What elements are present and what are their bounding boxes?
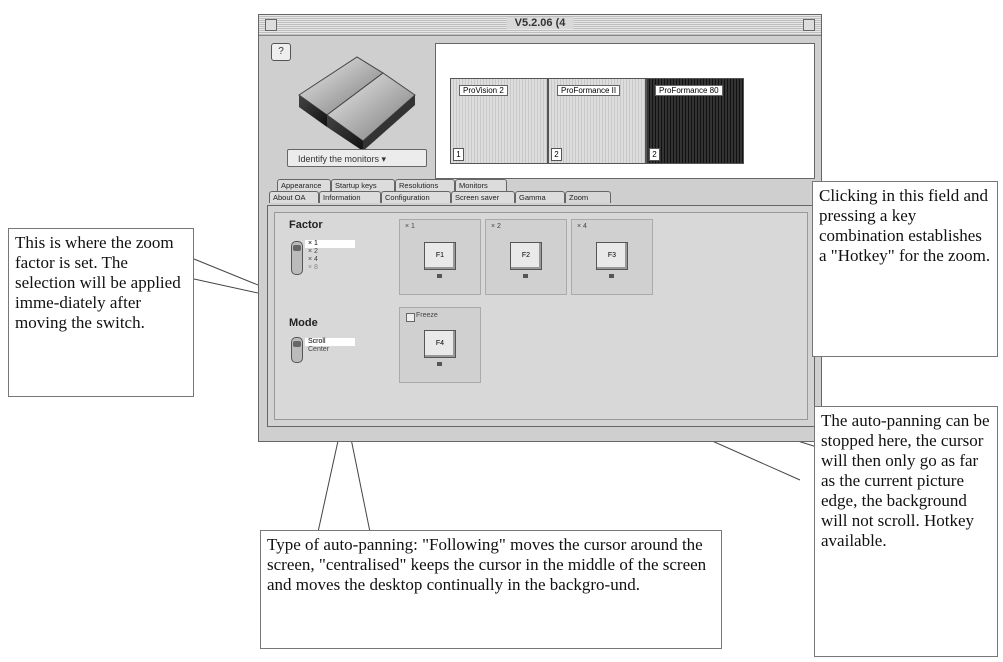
settings-tabs: Appearance Startup keys Resolutions Moni… (267, 177, 815, 427)
logo-icon (298, 56, 416, 151)
mode-switch[interactable] (291, 337, 303, 363)
hotkey-key[interactable]: F3 (596, 242, 628, 270)
tab-gamma[interactable]: Gamma (515, 191, 565, 203)
factor-switch[interactable] (291, 241, 303, 275)
title-bar[interactable]: V5.2.06 (4 (259, 15, 821, 36)
monitor-number: 2 (551, 148, 562, 161)
key-indicator-icon (437, 362, 442, 366)
mode-options: Scroll Center (305, 338, 355, 354)
monitor-label: ProFormance II (557, 85, 621, 96)
tab-resolutions[interactable]: Resolutions (395, 179, 455, 191)
tab-monitors[interactable]: Monitors (455, 179, 507, 191)
tab-screen-saver[interactable]: Screen saver (451, 191, 515, 203)
key-indicator-icon (523, 274, 528, 278)
hotkey-key[interactable]: F2 (510, 242, 542, 270)
window-title: V5.2.06 (4 (506, 17, 574, 29)
hotkey-field[interactable]: × 4 F3 (571, 219, 653, 295)
monitor-3[interactable]: ProFormance 80 2 (646, 78, 744, 164)
oa-window: V5.2.06 (4 ? Identify the monitors ▾ Pro… (258, 14, 822, 442)
factor-option[interactable]: × 1 (305, 240, 355, 248)
hotkey-callout: Clicking in this field and pressing a ke… (812, 181, 998, 357)
freeze-checkbox[interactable] (406, 313, 415, 322)
monitor-1[interactable]: ProVision 2 1 (450, 78, 548, 164)
monitor-label: ProVision 2 (459, 85, 508, 96)
mode-callout: Type of auto-panning: "Following" moves … (260, 530, 722, 649)
factor-option[interactable]: × 2 (305, 248, 355, 256)
factor-options: × 1 × 2 × 4 × 8 (305, 240, 355, 272)
zoom-tab-panel: Factor × 1 × 2 × 4 × 8 Mode Scroll Cente… (267, 205, 815, 427)
tab-information[interactable]: Information (319, 191, 381, 203)
tab-startup-keys[interactable]: Startup keys (331, 179, 395, 191)
zoom-box-icon[interactable] (803, 19, 815, 31)
freeze-label: Freeze (416, 312, 438, 319)
factor-callout: This is where the zoom factor is set. Th… (8, 228, 194, 397)
freeze-hotkey-key[interactable]: F4 (424, 330, 456, 358)
monitor-2[interactable]: ProFormance II 2 (548, 78, 646, 164)
hotkey-key[interactable]: F1 (424, 242, 456, 270)
zoom-settings-area: Factor × 1 × 2 × 4 × 8 Mode Scroll Cente… (274, 212, 808, 420)
key-indicator-icon (437, 274, 442, 278)
mode-title: Mode (289, 317, 318, 329)
tab-appearance[interactable]: Appearance (277, 179, 331, 191)
freeze-callout: The auto-panning can be stopped here, th… (814, 406, 998, 657)
identify-monitors-label: Identify the monitors (298, 154, 380, 164)
identify-monitors-button[interactable]: Identify the monitors ▾ (287, 149, 427, 167)
monitor-number: 1 (453, 148, 464, 161)
tab-zoom[interactable]: Zoom (565, 191, 611, 203)
monitor-number: 2 (649, 148, 660, 161)
mode-option[interactable]: Center (305, 346, 355, 354)
hotkey-field[interactable]: × 1 F1 (399, 219, 481, 295)
freeze-field[interactable]: Freeze F4 (399, 307, 481, 383)
tab-configuration[interactable]: Configuration (381, 191, 451, 203)
hotkey-label: × 1 (405, 223, 415, 230)
key-indicator-icon (609, 274, 614, 278)
monitor-arrangement-panel: ProVision 2 1 ProFormance II 2 ProForman… (435, 43, 815, 179)
factor-title: Factor (289, 219, 323, 231)
close-box-icon[interactable] (265, 19, 277, 31)
monitor-label: ProFormance 80 (655, 85, 723, 96)
factor-option[interactable]: × 8 (305, 264, 355, 272)
hotkey-label: × 2 (491, 223, 501, 230)
mode-option[interactable]: Scroll (305, 338, 355, 346)
factor-option[interactable]: × 4 (305, 256, 355, 264)
hotkey-label: × 4 (577, 223, 587, 230)
hotkey-field[interactable]: × 2 F2 (485, 219, 567, 295)
tab-about[interactable]: About OA (269, 191, 319, 203)
